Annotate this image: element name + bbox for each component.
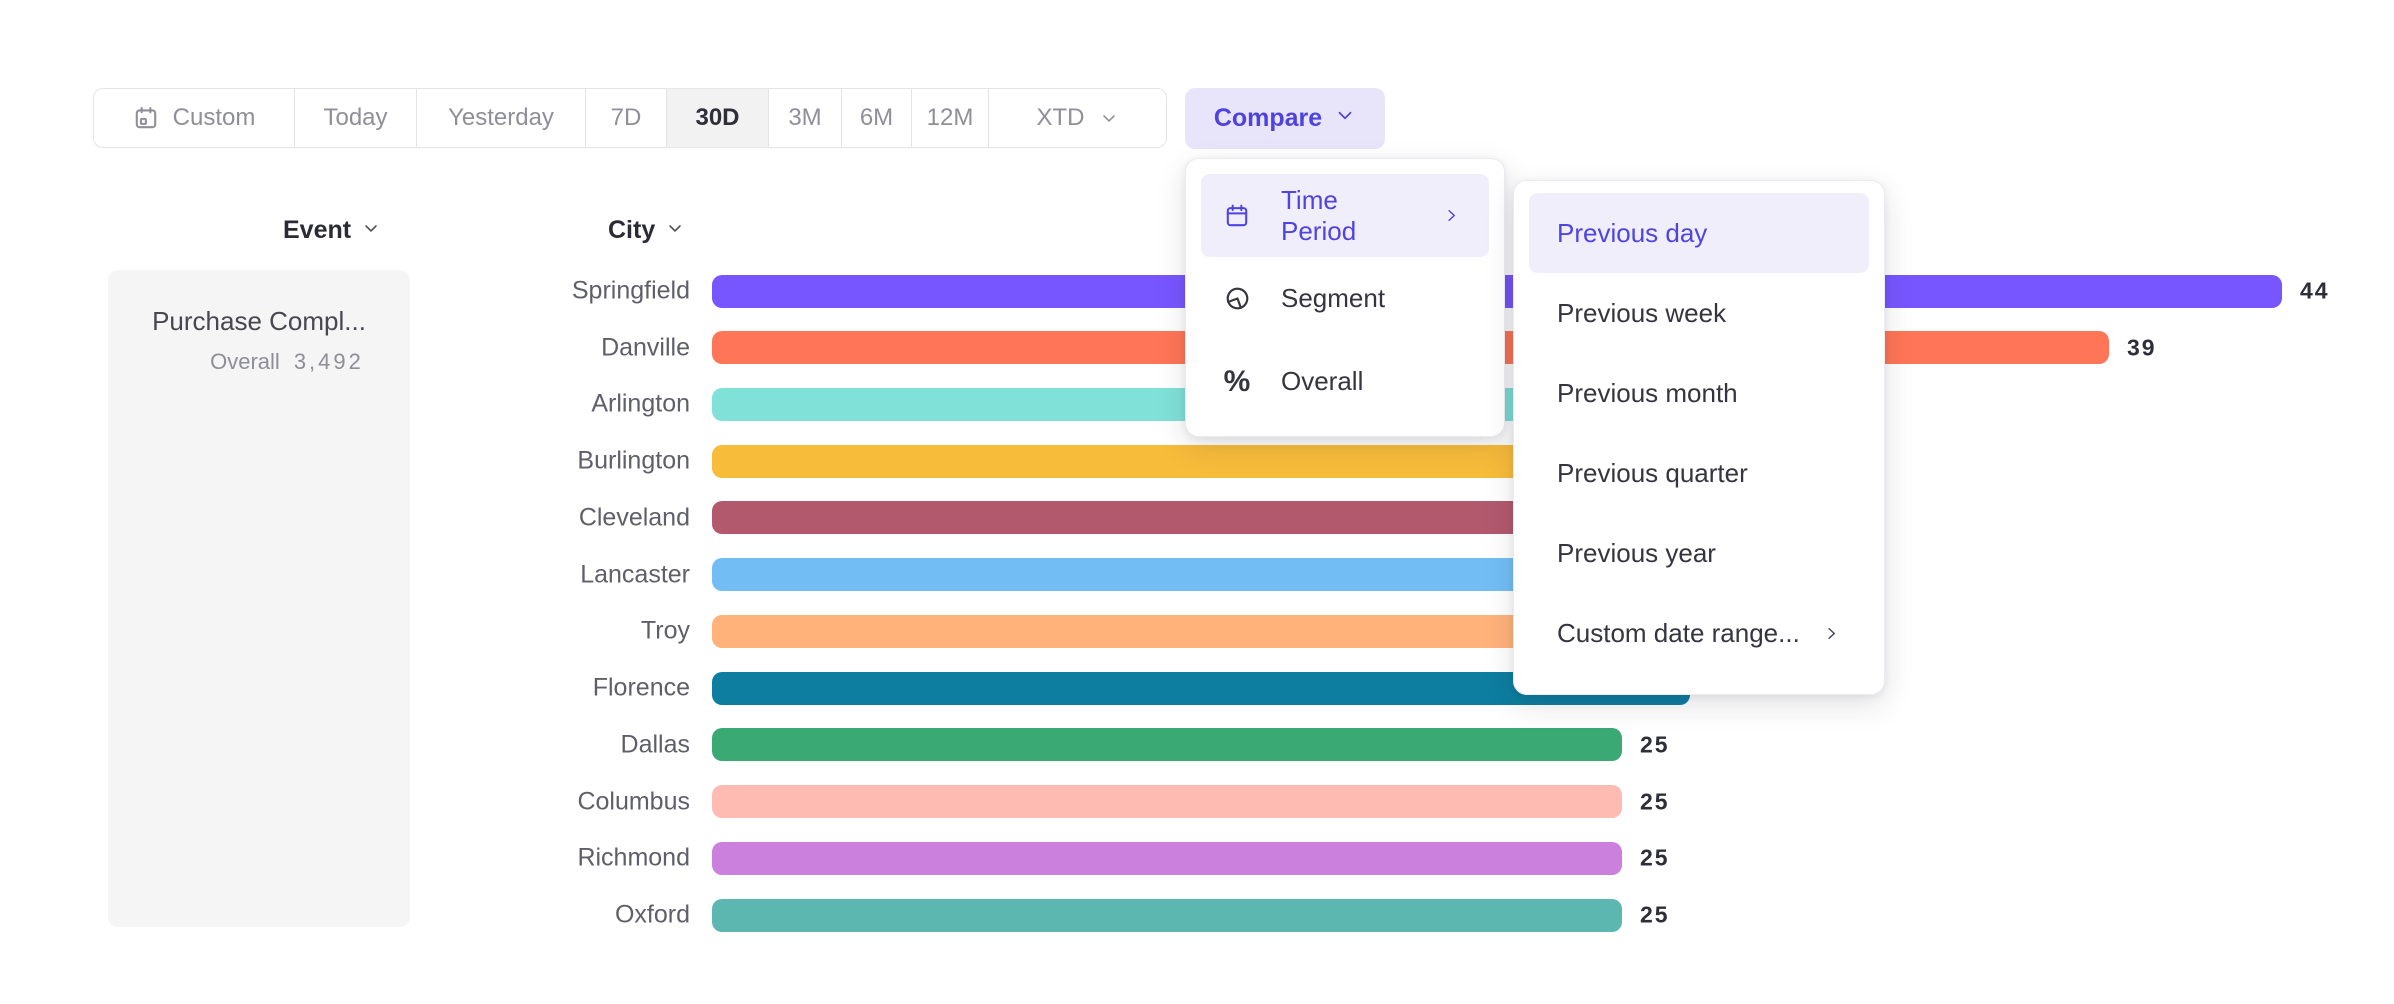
menu-item-previous-week[interactable]: Previous week [1529,273,1869,353]
city-label: Dallas [420,730,690,759]
chevron-down-icon [361,216,381,245]
bar-value: 44 [2300,278,2330,305]
overall-label: Overall [210,349,280,374]
menu-item-previous-year[interactable]: Previous year [1529,513,1869,593]
bar-oxford[interactable] [712,899,1622,932]
calendar2-icon [1221,203,1253,229]
range-button-12m[interactable]: 12M [912,89,989,147]
menu-item-label: Time Period [1281,185,1407,247]
bar-dallas[interactable] [712,728,1622,761]
range-button-yesterday[interactable]: Yesterday [417,89,586,147]
city-header-label: City [608,216,655,245]
bar-value: 25 [1640,902,1670,929]
range-button-label: 12M [927,104,974,132]
range-button-label: 7D [611,104,642,132]
range-button-7d[interactable]: 7D [586,89,667,147]
menu-item-previous-day[interactable]: Previous day [1529,193,1869,273]
compare-button[interactable]: Compare [1185,88,1385,149]
compare-dropdown-menu: Time Period Segment% Overall [1185,158,1505,437]
range-button-30d[interactable]: 30D [667,89,769,147]
city-label: Springfield [420,277,690,306]
menu-item-time-period[interactable]: Time Period [1201,174,1489,257]
bar-richmond[interactable] [712,842,1622,875]
bar-value: 39 [2127,334,2157,361]
range-button-label: Today [323,104,387,132]
range-button-today[interactable]: Today [295,89,417,147]
bar-value: 25 [1640,731,1670,758]
range-button-custom[interactable]: Custom [94,89,295,147]
range-button-xtd[interactable]: XTD [989,89,1166,147]
menu-item-label: Previous quarter [1557,458,1847,489]
menu-item-overall[interactable]: % Overall [1201,340,1489,423]
event-card[interactable]: Purchase Compl... Overall 3,492 [108,270,410,927]
calendar-icon [133,105,159,131]
city-label: Cleveland [420,503,690,532]
menu-item-previous-quarter[interactable]: Previous quarter [1529,433,1869,513]
range-button-label: 30D [695,104,739,132]
range-button-label: Yesterday [448,104,554,132]
city-label: Richmond [420,844,690,873]
breakdown-column-selector[interactable]: City [608,216,685,245]
event-header-label: Event [283,216,351,245]
menu-item-label: Custom date range... [1557,618,1815,649]
range-button-6m[interactable]: 6M [842,89,912,147]
chevron-down-icon [1099,108,1119,128]
city-label: Lancaster [420,560,690,589]
city-label: Troy [420,617,690,646]
time-period-submenu: Previous day Previous week Previous month P… [1513,180,1885,695]
event-card-overall: Overall 3,492 [136,349,438,375]
percent-icon: % [1221,367,1253,397]
menu-item-label: Previous week [1557,298,1847,329]
bar-columbus[interactable] [712,785,1622,818]
range-button-label: XTD [1037,104,1085,132]
event-column-selector[interactable]: Event [283,216,381,245]
menu-item-label: Segment [1281,283,1467,314]
city-label: Columbus [420,787,690,816]
city-label: Arlington [420,390,690,419]
menu-item-label: Overall [1281,366,1467,397]
event-card-title: Purchase Compl... [108,306,410,337]
segment-icon [1221,285,1253,312]
city-label: Florence [420,674,690,703]
mixpanel-report-page: Custom Today Yesterday 7D 30D 3M 6M 12M XTD Comp… [0,0,2394,1004]
city-label: Danville [420,333,690,362]
chevron-right-icon [1435,206,1467,225]
range-button-3m[interactable]: 3M [769,89,842,147]
menu-item-label: Previous year [1557,538,1847,569]
menu-item-label: Previous day [1557,218,1847,249]
chevron-down-icon [665,216,685,245]
bar-value: 25 [1640,788,1670,815]
bar-value: 25 [1640,845,1670,872]
overall-value: 3,492 [294,349,364,374]
menu-item-label: Previous month [1557,378,1847,409]
city-label: Burlington [420,447,690,476]
compare-button-label: Compare [1214,104,1322,133]
chevron-right-icon [1815,624,1847,643]
menu-item-segment[interactable]: Segment [1201,257,1489,340]
date-range-toolbar: Custom Today Yesterday 7D 30D 3M 6M 12M XTD [93,88,1167,148]
chevron-down-icon [1334,104,1356,133]
range-button-label: 6M [860,104,893,132]
menu-item-previous-month[interactable]: Previous month [1529,353,1869,433]
range-button-label: Custom [173,104,256,132]
city-label: Oxford [420,901,690,930]
range-button-label: 3M [788,104,821,132]
menu-item-custom-date-range-[interactable]: Custom date range... [1529,593,1869,673]
